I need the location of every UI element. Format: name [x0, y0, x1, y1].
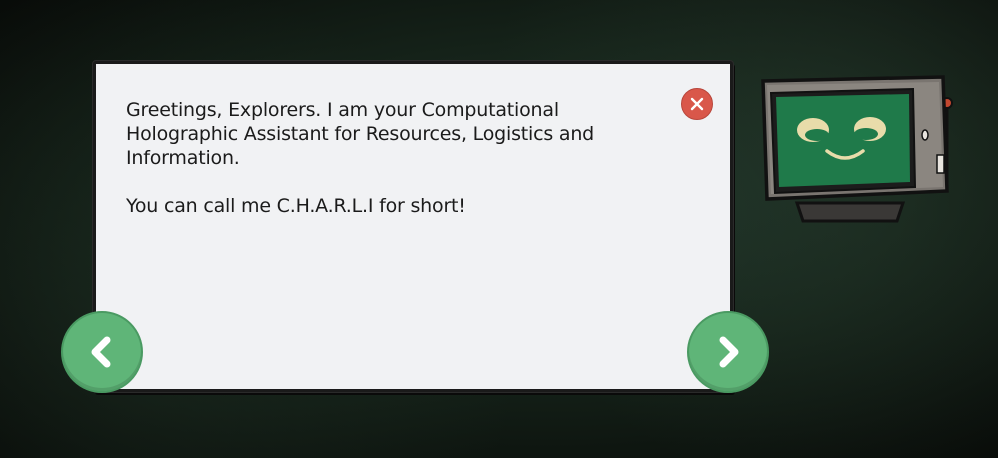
previous-button[interactable] [61, 311, 143, 393]
robot-monitor-icon [761, 75, 953, 223]
dialog-paragraph-name: You can call me C.H.A.R.L.I for short! [126, 195, 466, 217]
close-icon [690, 97, 704, 111]
dialog-panel: Greetings, Explorers. I am your Computat… [93, 61, 733, 392]
chevron-right-icon [719, 336, 739, 368]
robot-stand [794, 201, 906, 223]
robot-screen [776, 94, 910, 187]
chevron-left-icon [91, 336, 111, 368]
dialog-paragraph-intro: Greetings, Explorers. I am your Computat… [126, 99, 595, 169]
dialog-text: Greetings, Explorers. I am your Computat… [126, 98, 666, 242]
next-button[interactable] [687, 311, 769, 393]
close-button[interactable] [681, 88, 713, 120]
